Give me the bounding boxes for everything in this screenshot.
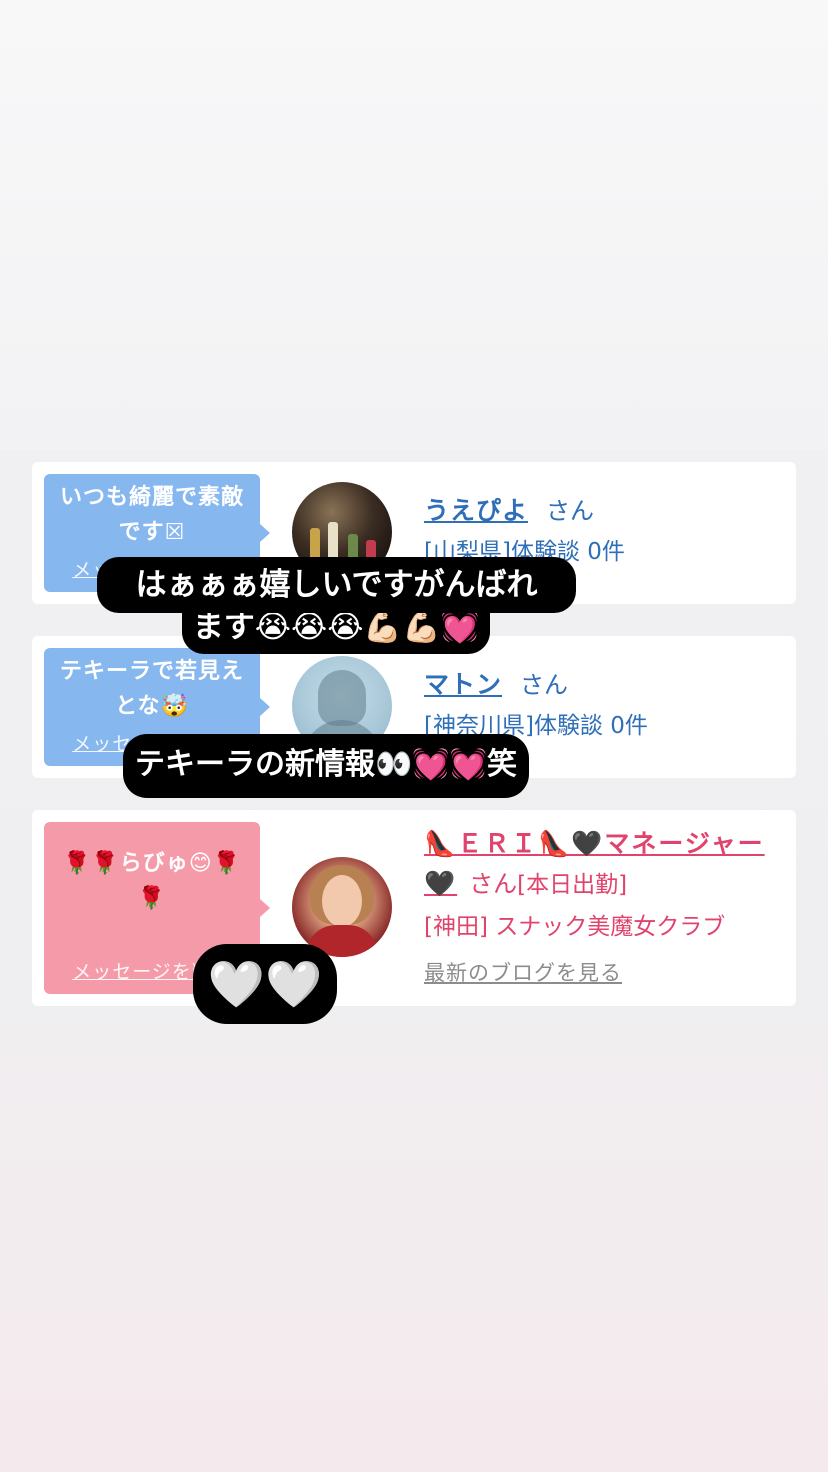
sender-name-link[interactable]: うえぴよ [424, 496, 528, 525]
sender-name-row: うえぴよ さん [424, 492, 780, 530]
avatar[interactable] [292, 857, 392, 957]
story-caption: テキーラの新情報👀💓💓笑 [123, 734, 529, 798]
story-caption-hearts: 🤍🤍 [193, 944, 337, 1024]
sender-name-link[interactable]: マトン [424, 670, 502, 699]
avatar-face [322, 875, 362, 927]
attendance-status: [本日出勤] [517, 872, 628, 898]
latest-blog-link[interactable]: 最新のブログを見る [424, 957, 622, 987]
sender-info: 👠ＥＲＩ👠🖤マネージャー🖤 さん[本日出勤] [神田] スナック美魔女クラブ 最新… [424, 824, 780, 987]
message-card: 🌹🌹らびゅ😊🌹🌹 メッセージを削除 👠ＥＲＩ👠🖤マネージャー🖤 さん[本日出勤] … [32, 810, 796, 1006]
sender-name-row: マトン さん [424, 666, 780, 704]
message-text: テキーラで若見えとな🤯 [59, 659, 244, 719]
message-text: いつも綺麗で素敵です☒ [59, 485, 244, 545]
sender-name-row: 👠ＥＲＩ👠🖤マネージャー🖤 さん[本日出勤] [424, 824, 780, 905]
silhouette-head [318, 670, 366, 726]
story-caption: はぁぁぁ嬉しいですがんばれ [97, 557, 576, 613]
honorific: さん [546, 497, 595, 525]
honorific: さん [469, 870, 518, 898]
message-text: 🌹🌹らびゅ😊🌹🌹 [62, 851, 242, 911]
story-background-top [0, 0, 828, 450]
honorific: さん [520, 671, 569, 699]
shop-info: [神田] スナック美魔女クラブ [424, 914, 726, 940]
